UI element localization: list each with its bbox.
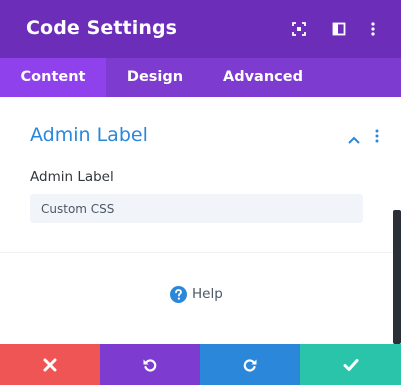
tab-content[interactable]: Content [0, 58, 106, 97]
check-icon [343, 358, 358, 371]
tab-bar: Content Design Advanced [0, 58, 401, 97]
settings-modal: Code Settings Content Design Advanced Ad… [0, 0, 401, 385]
sidebar-toggle-icon[interactable] [331, 21, 347, 37]
modal-footer [0, 344, 401, 385]
undo-button[interactable] [100, 344, 200, 385]
expand-icon[interactable] [291, 21, 307, 37]
close-icon [43, 358, 57, 371]
cancel-button[interactable] [0, 344, 100, 385]
redo-icon [243, 358, 257, 371]
save-button[interactable] [300, 344, 401, 385]
tab-advanced[interactable]: Advanced [204, 58, 322, 97]
admin-label-field-label: Admin Label [30, 169, 114, 185]
undo-icon [143, 358, 157, 371]
modal-header: Code Settings [0, 0, 401, 58]
scrollbar[interactable] [393, 210, 401, 344]
admin-label-input[interactable] [30, 194, 363, 223]
tab-design[interactable]: Design [106, 58, 204, 97]
section-more-options-icon[interactable] [370, 128, 384, 144]
help-label: Help [192, 286, 223, 302]
content-panel: Admin Label Admin Label Custom CSS Help [0, 97, 401, 344]
modal-title: Code Settings [26, 17, 178, 39]
section-divider [0, 252, 393, 253]
help-icon [170, 286, 187, 303]
redo-button[interactable] [200, 344, 300, 385]
chevron-up-icon[interactable] [347, 130, 361, 144]
more-options-icon[interactable] [365, 21, 381, 37]
section-title[interactable]: Admin Label [30, 124, 148, 146]
